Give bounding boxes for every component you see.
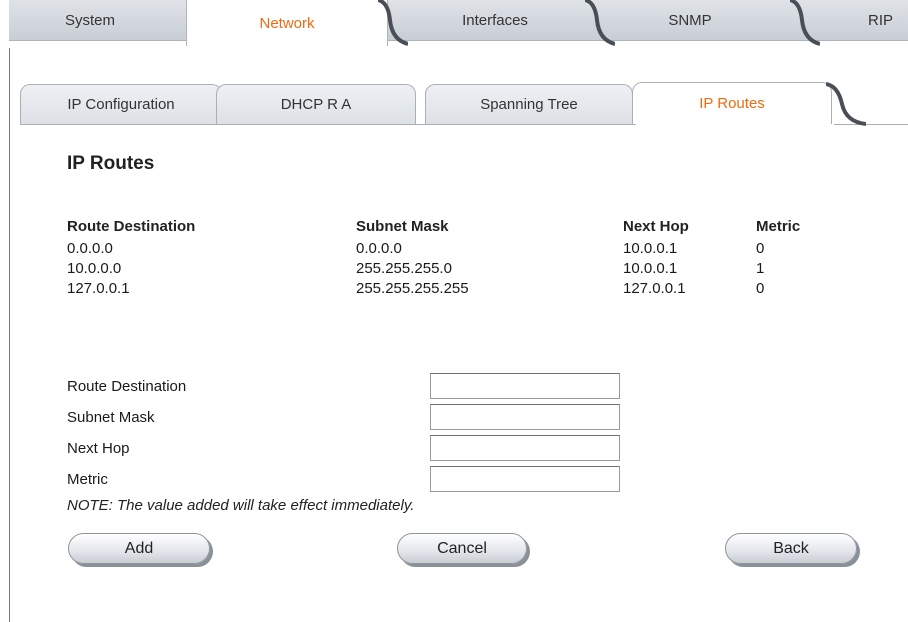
tab-rip[interactable]: RIP: [868, 0, 908, 40]
top-tab-bar: System Network Interfaces SNMP RIP: [0, 0, 908, 46]
route-destination-label: Route Destination: [67, 378, 187, 395]
cancel-button[interactable]: Cancel: [397, 533, 527, 564]
page-title: IP Routes: [67, 153, 155, 174]
form-row-next-hop: Next Hop: [67, 435, 627, 466]
sub-tab-bar: IP Configuration DHCP R A Spanning Tree …: [20, 80, 908, 126]
form-row-route-destination: Route Destination: [67, 373, 627, 404]
tab-interfaces[interactable]: Interfaces: [410, 0, 580, 40]
subtab-spanning-tree[interactable]: Spanning Tree: [425, 84, 633, 124]
tab-network-label: Network: [259, 14, 315, 32]
route-destination-cell: 0.0.0.0: [67, 240, 113, 257]
subnet-mask-input[interactable]: [430, 404, 620, 430]
subtab-dhcp-ra-label: DHCP R A: [280, 96, 352, 113]
tab-system-label: System: [64, 11, 115, 29]
add-button[interactable]: Add: [68, 533, 210, 564]
metric-cell: 1: [756, 260, 765, 277]
next-hop-input[interactable]: [430, 435, 620, 461]
next-hop-cell: 10.0.0.1: [623, 240, 678, 257]
tab-divider-swoosh: [790, 0, 820, 46]
subnet-mask-cell: 255.255.255.255: [356, 280, 469, 297]
back-button[interactable]: Back: [725, 533, 857, 564]
next-hop-cell: 127.0.0.1: [623, 280, 686, 297]
next-hop-label: Next Hop: [67, 440, 130, 457]
tab-rip-label: RIP: [868, 11, 894, 29]
form-row-metric: Metric: [67, 466, 627, 497]
subtab-divider-swoosh: [826, 82, 866, 126]
tab-divider-swoosh: [585, 0, 615, 46]
column-header-route-destination: Route Destination: [67, 218, 196, 235]
form-note: NOTE: The value added will take effect i…: [67, 497, 415, 514]
tab-divider-swoosh: [378, 0, 408, 46]
frame-left-border: [9, 48, 10, 622]
subtab-dhcp-ra[interactable]: DHCP R A: [216, 84, 416, 124]
column-header-metric: Metric: [756, 218, 801, 235]
route-destination-input[interactable]: [430, 373, 620, 399]
tab-network[interactable]: Network: [186, 0, 388, 46]
subnet-mask-cell: 0.0.0.0: [356, 240, 402, 257]
tab-snmp-label: SNMP: [668, 11, 712, 29]
metric-label: Metric: [67, 471, 108, 488]
metric-cell: 0: [756, 240, 765, 257]
subtab-spanning-tree-label: Spanning Tree: [480, 96, 578, 113]
form-row-subnet-mask: Subnet Mask: [67, 404, 627, 435]
column-header-next-hop: Next Hop: [623, 218, 689, 235]
next-hop-cell: 10.0.0.1: [623, 260, 678, 277]
route-destination-cell: 10.0.0.0: [67, 260, 122, 277]
metric-input[interactable]: [430, 466, 620, 492]
add-route-form: Route Destination Subnet Mask Next Hop M…: [67, 373, 627, 497]
subtab-ip-configuration-label: IP Configuration: [67, 96, 175, 113]
page-root: System Network Interfaces SNMP RIP IP Co…: [0, 0, 908, 622]
tab-snmp[interactable]: SNMP: [615, 0, 765, 40]
subtab-ip-routes-label: IP Routes: [699, 95, 765, 112]
subtab-active-gap: [636, 124, 834, 126]
subnet-mask-label: Subnet Mask: [67, 409, 155, 426]
route-destination-cell: 127.0.0.1: [67, 280, 130, 297]
subtab-ip-configuration[interactable]: IP Configuration: [20, 84, 222, 124]
metric-cell: 0: [756, 280, 765, 297]
tab-interfaces-label: Interfaces: [462, 11, 528, 29]
subtab-ip-routes[interactable]: IP Routes: [632, 82, 832, 124]
tab-system[interactable]: System: [20, 0, 160, 40]
subnet-mask-cell: 255.255.255.0: [356, 260, 452, 277]
column-header-subnet-mask: Subnet Mask: [356, 218, 449, 235]
